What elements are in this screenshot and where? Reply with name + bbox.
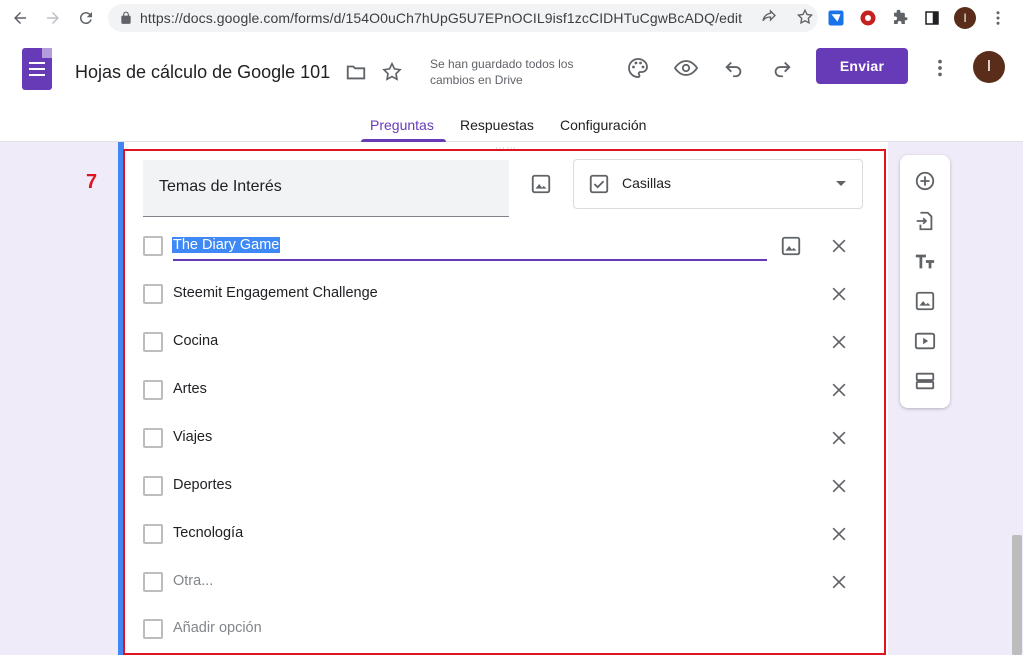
tab-respuestas[interactable]: Respuestas	[460, 117, 534, 133]
forward-button[interactable]	[37, 2, 69, 34]
arrow-right-icon	[47, 12, 59, 24]
account-avatar[interactable]: I	[973, 51, 1005, 83]
puzzle-icon[interactable]	[890, 8, 910, 28]
add-image-icon[interactable]	[913, 289, 937, 313]
send-button[interactable]: Enviar	[816, 48, 908, 84]
reload-button[interactable]	[70, 2, 102, 34]
form-tabs: Preguntas Respuestas Configuración	[0, 110, 1023, 142]
document-title[interactable]: Hojas de cálculo de Google 101	[75, 62, 330, 83]
address-bar[interactable]: https://docs.google.com/forms/d/154O0uCh…	[108, 4, 818, 32]
add-section-icon[interactable]	[913, 369, 937, 393]
forms-header: Hojas de cálculo de Google 101 Se han gu…	[0, 36, 1023, 142]
tab-configuracion[interactable]: Configuración	[560, 117, 646, 133]
star-icon[interactable]	[380, 60, 404, 84]
folder-icon[interactable]	[344, 60, 368, 84]
add-video-icon[interactable]	[913, 329, 937, 353]
add-title-icon[interactable]	[913, 249, 937, 273]
extension-record-icon[interactable]	[858, 8, 878, 28]
annotation-step-number: 7	[86, 171, 98, 193]
undo-icon[interactable]	[720, 54, 748, 82]
add-question-icon[interactable]	[913, 169, 937, 193]
side-panel-icon[interactable]	[922, 8, 942, 28]
more-options-icon[interactable]	[926, 54, 954, 82]
bookmark-star-icon[interactable]	[796, 8, 814, 31]
floating-toolbar	[900, 155, 950, 408]
arrow-left-icon	[14, 12, 26, 24]
extension-steem-icon[interactable]	[826, 8, 846, 28]
scrollbar-thumb[interactable]	[1012, 535, 1022, 655]
import-questions-icon[interactable]	[913, 209, 937, 233]
browser-menu-icon[interactable]	[988, 8, 1008, 28]
url-text: https://docs.google.com/forms/d/154O0uCh…	[140, 10, 743, 26]
back-button[interactable]	[4, 2, 36, 34]
palette-icon[interactable]	[624, 54, 652, 82]
lock-icon	[118, 10, 134, 26]
annotation-highlight-box	[123, 149, 886, 655]
tab-preguntas[interactable]: Preguntas	[370, 117, 434, 133]
browser-profile-avatar[interactable]: I	[954, 7, 976, 29]
reload-icon	[79, 12, 92, 25]
share-icon[interactable]	[760, 8, 778, 31]
browser-toolbar: https://docs.google.com/forms/d/154O0uCh…	[0, 0, 1023, 36]
save-status: Se han guardado todos los cambios en Dri…	[430, 57, 574, 87]
preview-eye-icon[interactable]	[672, 54, 700, 82]
redo-icon[interactable]	[768, 54, 796, 82]
google-forms-logo-icon[interactable]	[22, 48, 52, 90]
